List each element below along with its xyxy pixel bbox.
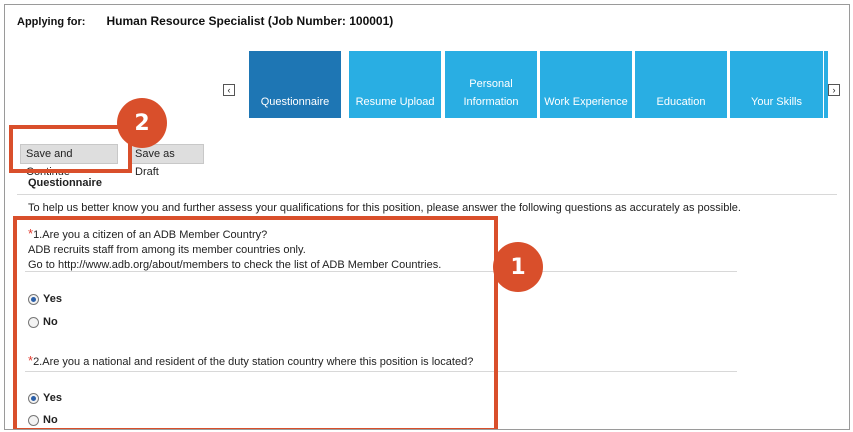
tabs-prev-icon[interactable]: ‹ [223,84,235,96]
tab-label: Education [656,96,706,108]
application-form: Applying for: Human Resource Specialist … [4,4,850,430]
tab-personal-information[interactable]: Personal Information [445,51,537,118]
tab-resume-upload[interactable]: Resume Upload [349,51,441,118]
job-title: Human Resource Specialist (Job Number: 1… [106,14,394,28]
tab-your-skills[interactable]: Your Skills [730,51,823,118]
tab-questionnaire[interactable]: Questionnaire [249,51,341,118]
applying-header: Applying for: Human Resource Specialist … [17,14,393,28]
callout-box-2 [9,125,132,173]
tab-work-experience[interactable]: Work Experience [540,51,632,118]
applying-label: Applying for: [17,16,86,28]
callout-badge-2: 2 [117,98,167,148]
tab-label: Resume Upload [355,96,435,108]
tab-label: Your Skills [751,96,802,108]
callout-box-1 [13,216,498,429]
tab-label: Work Experience [544,96,628,108]
tabs-next-icon[interactable]: › [828,84,840,96]
tab-label: Personal Information [463,78,519,108]
tab-label: Questionnaire [260,96,330,108]
section-title: Questionnaire [28,177,102,189]
section-divider [17,194,837,195]
section-intro: To help us better know you and further a… [28,202,741,214]
tab-education[interactable]: Education [635,51,727,118]
callout-badge-1: 1 [493,242,543,292]
